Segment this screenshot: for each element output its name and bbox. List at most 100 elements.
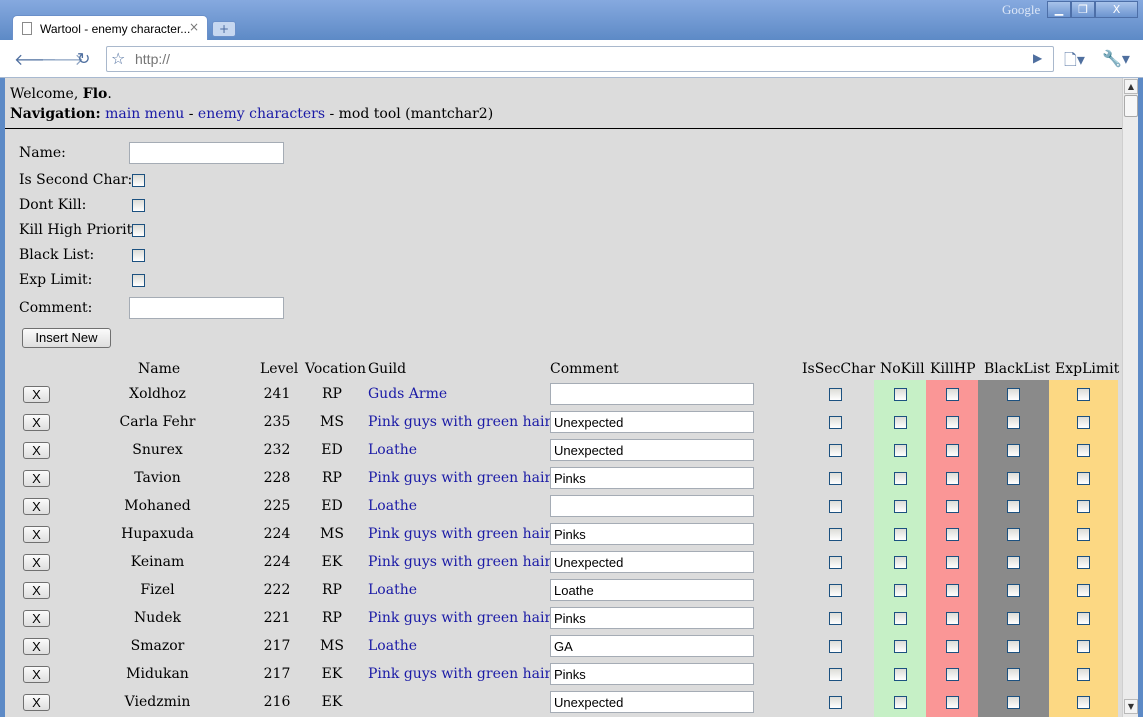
- comment-input[interactable]: [550, 579, 754, 601]
- dont-kill-checkbox[interactable]: [132, 199, 145, 212]
- comment-field[interactable]: [129, 297, 284, 319]
- no-kill-checkbox[interactable]: [894, 612, 907, 625]
- name-field[interactable]: [129, 142, 284, 164]
- guild-link[interactable]: Guds Arme: [368, 386, 447, 402]
- vertical-scrollbar[interactable]: ▲ ▼: [1122, 78, 1138, 717]
- kill-hp-checkbox[interactable]: [946, 388, 959, 401]
- guild-link[interactable]: Loathe: [368, 638, 417, 654]
- exp-limit-checkbox[interactable]: [1077, 500, 1090, 513]
- black-list-checkbox[interactable]: [1007, 388, 1020, 401]
- no-kill-checkbox[interactable]: [894, 472, 907, 485]
- tab-close-icon[interactable]: ×: [189, 20, 199, 34]
- black-list-checkbox[interactable]: [1007, 584, 1020, 597]
- exp-limit-checkbox[interactable]: [1077, 696, 1090, 709]
- exp-limit-checkbox[interactable]: [132, 274, 145, 287]
- kill-hp-checkbox[interactable]: [946, 444, 959, 457]
- kill-hp-checkbox[interactable]: [946, 584, 959, 597]
- delete-row-button[interactable]: X: [23, 582, 50, 599]
- kill-hp-checkbox[interactable]: [946, 556, 959, 569]
- is-sec-char-checkbox[interactable]: [829, 472, 842, 485]
- black-list-checkbox[interactable]: [1007, 556, 1020, 569]
- no-kill-checkbox[interactable]: [894, 696, 907, 709]
- exp-limit-checkbox[interactable]: [1077, 668, 1090, 681]
- is-sec-char-checkbox[interactable]: [829, 500, 842, 513]
- guild-link[interactable]: Loathe: [368, 442, 417, 458]
- guild-link[interactable]: Pink guys with green hair: [368, 610, 551, 626]
- kill-hp-checkbox[interactable]: [946, 696, 959, 709]
- kill-hp-checkbox[interactable]: [946, 668, 959, 681]
- is-sec-char-checkbox[interactable]: [829, 668, 842, 681]
- tools-menu-icon[interactable]: 🔧▾: [1102, 49, 1130, 68]
- exp-limit-checkbox[interactable]: [1077, 528, 1090, 541]
- exp-limit-checkbox[interactable]: [1077, 444, 1090, 457]
- no-kill-checkbox[interactable]: [894, 528, 907, 541]
- delete-row-button[interactable]: X: [23, 414, 50, 431]
- guild-link[interactable]: Pink guys with green hair: [368, 666, 551, 682]
- guild-link[interactable]: Pink guys with green hair: [368, 414, 551, 430]
- guild-link[interactable]: Pink guys with green hair: [368, 554, 551, 570]
- delete-row-button[interactable]: X: [23, 442, 50, 459]
- is-sec-char-checkbox[interactable]: [829, 696, 842, 709]
- comment-input[interactable]: [550, 523, 754, 545]
- delete-row-button[interactable]: X: [23, 694, 50, 711]
- guild-link[interactable]: Pink guys with green hair: [368, 526, 551, 542]
- comment-input[interactable]: [550, 691, 754, 713]
- page-menu-icon[interactable]: 🗋▾: [1064, 49, 1085, 76]
- new-tab-button[interactable]: +: [212, 21, 236, 37]
- no-kill-checkbox[interactable]: [894, 668, 907, 681]
- black-list-checkbox[interactable]: [1007, 612, 1020, 625]
- insert-new-button[interactable]: Insert New: [22, 328, 111, 348]
- delete-row-button[interactable]: X: [23, 386, 50, 403]
- comment-input[interactable]: [550, 439, 754, 461]
- exp-limit-checkbox[interactable]: [1077, 640, 1090, 653]
- kill-hp-checkbox[interactable]: [946, 640, 959, 653]
- comment-input[interactable]: [550, 383, 754, 405]
- black-list-checkbox[interactable]: [132, 249, 145, 262]
- black-list-checkbox[interactable]: [1007, 416, 1020, 429]
- guild-link[interactable]: Loathe: [368, 498, 417, 514]
- scroll-down-arrow-icon[interactable]: ▼: [1124, 699, 1138, 714]
- comment-input[interactable]: [550, 467, 754, 489]
- delete-row-button[interactable]: X: [23, 638, 50, 655]
- black-list-checkbox[interactable]: [1007, 668, 1020, 681]
- nav-link-main-menu[interactable]: main menu: [105, 106, 184, 122]
- black-list-checkbox[interactable]: [1007, 696, 1020, 709]
- go-icon[interactable]: ▶: [1033, 51, 1042, 65]
- scroll-thumb[interactable]: [1124, 95, 1138, 117]
- is-second-char-checkbox[interactable]: [132, 174, 145, 187]
- is-sec-char-checkbox[interactable]: [829, 640, 842, 653]
- no-kill-checkbox[interactable]: [894, 500, 907, 513]
- guild-link[interactable]: Pink guys with green hair: [368, 470, 551, 486]
- no-kill-checkbox[interactable]: [894, 584, 907, 597]
- comment-input[interactable]: [550, 663, 754, 685]
- maximize-button[interactable]: ❐: [1071, 1, 1095, 18]
- guild-link[interactable]: Loathe: [368, 582, 417, 598]
- kill-hp-checkbox[interactable]: [946, 472, 959, 485]
- black-list-checkbox[interactable]: [1007, 444, 1020, 457]
- black-list-checkbox[interactable]: [1007, 500, 1020, 513]
- is-sec-char-checkbox[interactable]: [829, 556, 842, 569]
- is-sec-char-checkbox[interactable]: [829, 416, 842, 429]
- is-sec-char-checkbox[interactable]: [829, 584, 842, 597]
- kill-hp-checkbox[interactable]: [946, 500, 959, 513]
- kill-hp-checkbox[interactable]: [946, 528, 959, 541]
- address-input[interactable]: [135, 50, 1015, 68]
- no-kill-checkbox[interactable]: [894, 444, 907, 457]
- bookmark-star-icon[interactable]: ☆: [111, 49, 125, 68]
- kill-high-priority-checkbox[interactable]: [132, 224, 145, 237]
- comment-input[interactable]: [550, 411, 754, 433]
- nav-link-enemy-characters[interactable]: enemy characters: [198, 106, 325, 122]
- comment-input[interactable]: [550, 607, 754, 629]
- delete-row-button[interactable]: X: [23, 470, 50, 487]
- is-sec-char-checkbox[interactable]: [829, 612, 842, 625]
- comment-input[interactable]: [550, 495, 754, 517]
- exp-limit-checkbox[interactable]: [1077, 388, 1090, 401]
- is-sec-char-checkbox[interactable]: [829, 388, 842, 401]
- exp-limit-checkbox[interactable]: [1077, 612, 1090, 625]
- black-list-checkbox[interactable]: [1007, 528, 1020, 541]
- is-sec-char-checkbox[interactable]: [829, 528, 842, 541]
- comment-input[interactable]: [550, 635, 754, 657]
- delete-row-button[interactable]: X: [23, 554, 50, 571]
- no-kill-checkbox[interactable]: [894, 556, 907, 569]
- black-list-checkbox[interactable]: [1007, 472, 1020, 485]
